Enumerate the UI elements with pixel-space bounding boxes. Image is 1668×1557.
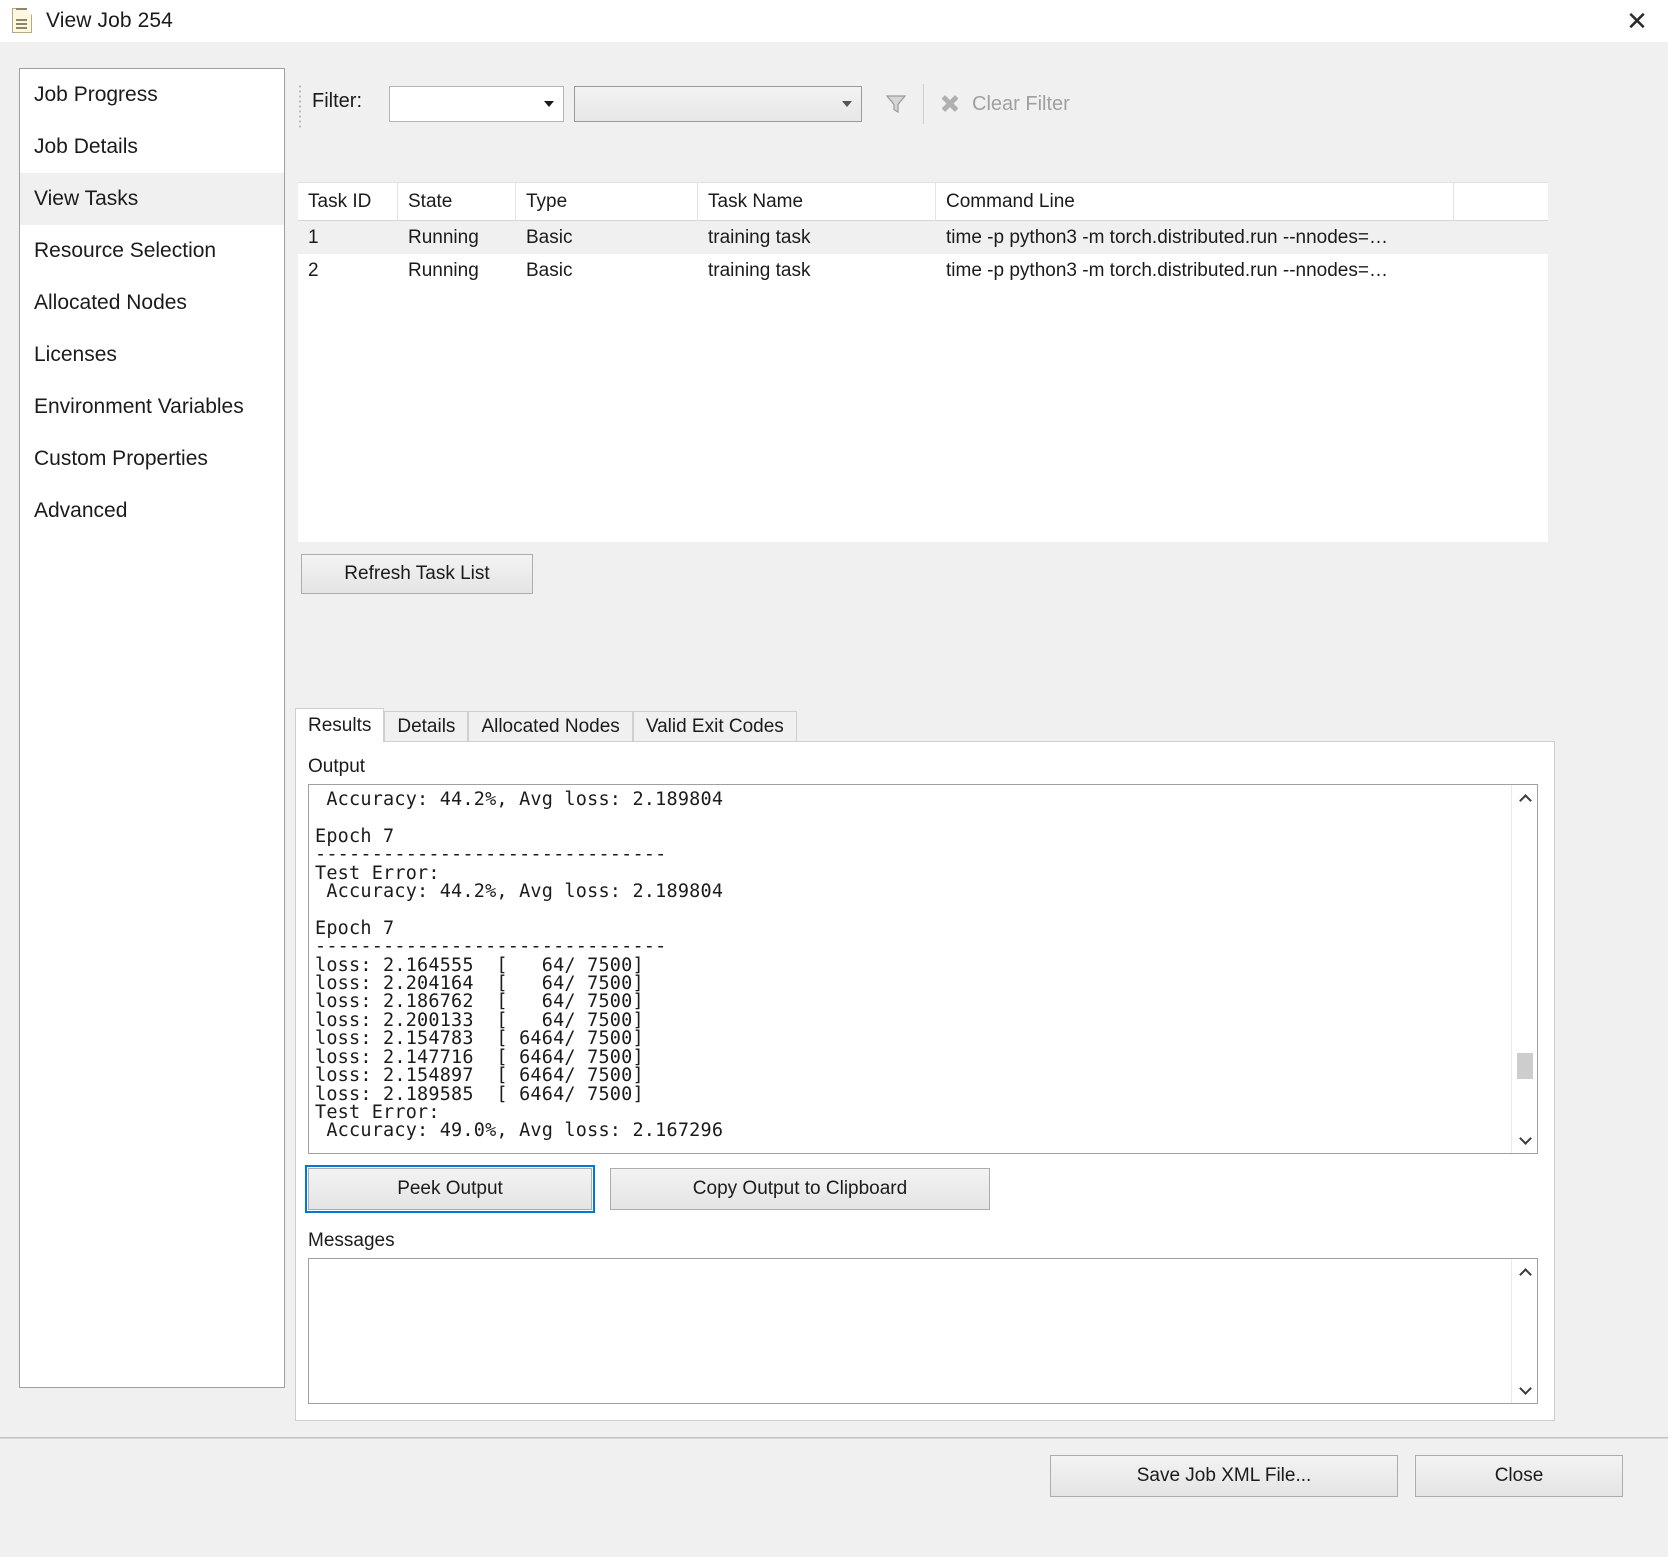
scroll-down-button[interactable]: [1512, 1127, 1538, 1153]
messages-vertical-scrollbar[interactable]: [1511, 1259, 1537, 1403]
messages-textarea[interactable]: [308, 1258, 1538, 1404]
copy-output-to-clipboard-button[interactable]: Copy Output to Clipboard: [610, 1168, 990, 1210]
sidebar-item-label: Advanced: [34, 499, 127, 523]
sidebar-item-view-tasks[interactable]: View Tasks: [20, 173, 284, 225]
output-label: Output: [308, 756, 1542, 778]
sidebar-item-label: Allocated Nodes: [34, 291, 187, 315]
output-action-buttons: Peek Output Copy Output to Clipboard: [308, 1168, 1542, 1210]
task-grid-header: Task ID State Type Task Name Command Lin…: [298, 183, 1548, 221]
document-lines-icon: [12, 8, 34, 34]
chevron-down-icon: [1519, 1132, 1532, 1145]
tab-label: Allocated Nodes: [481, 716, 619, 738]
scroll-up-button[interactable]: [1512, 785, 1538, 811]
sidebar-nav: Job Progress Job Details View Tasks Reso…: [19, 68, 285, 1388]
cell-task-name: training task: [698, 221, 936, 254]
filter-toolbar: Filter: Clear Filter: [298, 76, 1548, 134]
sidebar-item-label: Custom Properties: [34, 447, 208, 471]
window-title-bar: View Job 254 ✕: [0, 0, 1668, 42]
toolbar-grip-handle[interactable]: [298, 84, 303, 128]
cell-state: Running: [398, 221, 516, 254]
task-list-grid[interactable]: Task ID State Type Task Name Command Lin…: [298, 182, 1548, 542]
filter-field-input[interactable]: [396, 88, 546, 120]
peek-output-button[interactable]: Peek Output: [308, 1168, 592, 1210]
output-vertical-scrollbar[interactable]: [1511, 785, 1537, 1153]
scrollbar-thumb[interactable]: [1517, 1053, 1533, 1079]
cell-type: Basic: [516, 254, 698, 287]
toolbar-separator: [923, 84, 924, 124]
table-row[interactable]: 1 Running Basic training task time -p py…: [298, 221, 1548, 254]
cell-command-line: time -p python3 -m torch.distributed.run…: [936, 254, 1454, 287]
scroll-down-button[interactable]: [1512, 1377, 1538, 1403]
sidebar-item-job-details[interactable]: Job Details: [20, 121, 284, 173]
column-header-task-id[interactable]: Task ID: [298, 183, 398, 221]
tab-details[interactable]: Details: [384, 711, 468, 741]
tab-label: Valid Exit Codes: [646, 716, 784, 738]
close-button[interactable]: Close: [1415, 1455, 1623, 1497]
dialog-footer: Save Job XML File... Close: [0, 1440, 1668, 1557]
sidebar-item-advanced[interactable]: Advanced: [20, 485, 284, 537]
clear-filter-button[interactable]: Clear Filter: [932, 84, 1076, 124]
chevron-up-icon: [1519, 794, 1532, 807]
chevron-down-icon[interactable]: [544, 101, 554, 107]
column-header-task-name[interactable]: Task Name: [698, 183, 936, 221]
funnel-icon: [884, 92, 908, 116]
chevron-down-icon: [1519, 1382, 1532, 1395]
sidebar-item-environment-variables[interactable]: Environment Variables: [20, 381, 284, 433]
sidebar-item-licenses[interactable]: Licenses: [20, 329, 284, 381]
cell-command-line: time -p python3 -m torch.distributed.run…: [936, 221, 1454, 254]
messages-label: Messages: [308, 1230, 1542, 1252]
tab-strip: Results Details Allocated Nodes Valid Ex…: [295, 707, 1555, 741]
tab-allocated-nodes[interactable]: Allocated Nodes: [468, 711, 632, 741]
cell-state: Running: [398, 254, 516, 287]
sidebar-item-label: Environment Variables: [34, 395, 244, 419]
cell-type: Basic: [516, 221, 698, 254]
scroll-up-button[interactable]: [1512, 1259, 1538, 1285]
sidebar-item-custom-properties[interactable]: Custom Properties: [20, 433, 284, 485]
tab-label: Details: [397, 716, 455, 738]
close-x-icon: [938, 92, 962, 116]
cell-task-id: 2: [298, 254, 398, 287]
column-header-state[interactable]: State: [398, 183, 516, 221]
tab-label: Results: [308, 715, 371, 737]
cell-task-id: 1: [298, 221, 398, 254]
sidebar-item-allocated-nodes[interactable]: Allocated Nodes: [20, 277, 284, 329]
column-header-type[interactable]: Type: [516, 183, 698, 221]
window-body: Job Progress Job Details View Tasks Reso…: [0, 42, 1668, 1557]
task-detail-tabs: Results Details Allocated Nodes Valid Ex…: [295, 707, 1555, 1421]
output-textarea[interactable]: Accuracy: 44.2%, Avg loss: 2.189804 Epoc…: [308, 784, 1538, 1154]
sidebar-item-job-progress[interactable]: Job Progress: [20, 69, 284, 121]
filter-label: Filter:: [312, 90, 362, 113]
column-header-command-line[interactable]: Command Line: [936, 183, 1454, 221]
clear-filter-label: Clear Filter: [972, 93, 1070, 116]
sidebar-item-label: Job Progress: [34, 83, 158, 107]
cell-task-name: training task: [698, 254, 936, 287]
sidebar-item-label: View Tasks: [34, 187, 138, 211]
filter-field-combo[interactable]: [389, 86, 564, 122]
sidebar-item-label: Licenses: [34, 343, 117, 367]
tab-valid-exit-codes[interactable]: Valid Exit Codes: [633, 711, 797, 741]
filter-value-combo[interactable]: [574, 86, 862, 122]
chevron-up-icon: [1519, 1268, 1532, 1281]
sidebar-item-label: Job Details: [34, 135, 138, 159]
close-window-button[interactable]: ✕: [1606, 0, 1668, 42]
results-tab-panel: Output Accuracy: 44.2%, Avg loss: 2.1898…: [295, 741, 1555, 1421]
save-job-xml-file-button[interactable]: Save Job XML File...: [1050, 1455, 1398, 1497]
output-text-content: Accuracy: 44.2%, Avg loss: 2.189804 Epoc…: [315, 791, 1503, 1141]
tab-results[interactable]: Results: [295, 708, 384, 742]
sidebar-item-resource-selection[interactable]: Resource Selection: [20, 225, 284, 277]
refresh-task-list-button[interactable]: Refresh Task List: [301, 554, 533, 594]
sidebar-item-label: Resource Selection: [34, 239, 216, 263]
chevron-down-icon[interactable]: [842, 101, 852, 107]
apply-filter-button[interactable]: [876, 84, 916, 124]
window-title: View Job 254: [46, 9, 173, 33]
footer-separator: [0, 1437, 1668, 1439]
table-row[interactable]: 2 Running Basic training task time -p py…: [298, 254, 1548, 287]
